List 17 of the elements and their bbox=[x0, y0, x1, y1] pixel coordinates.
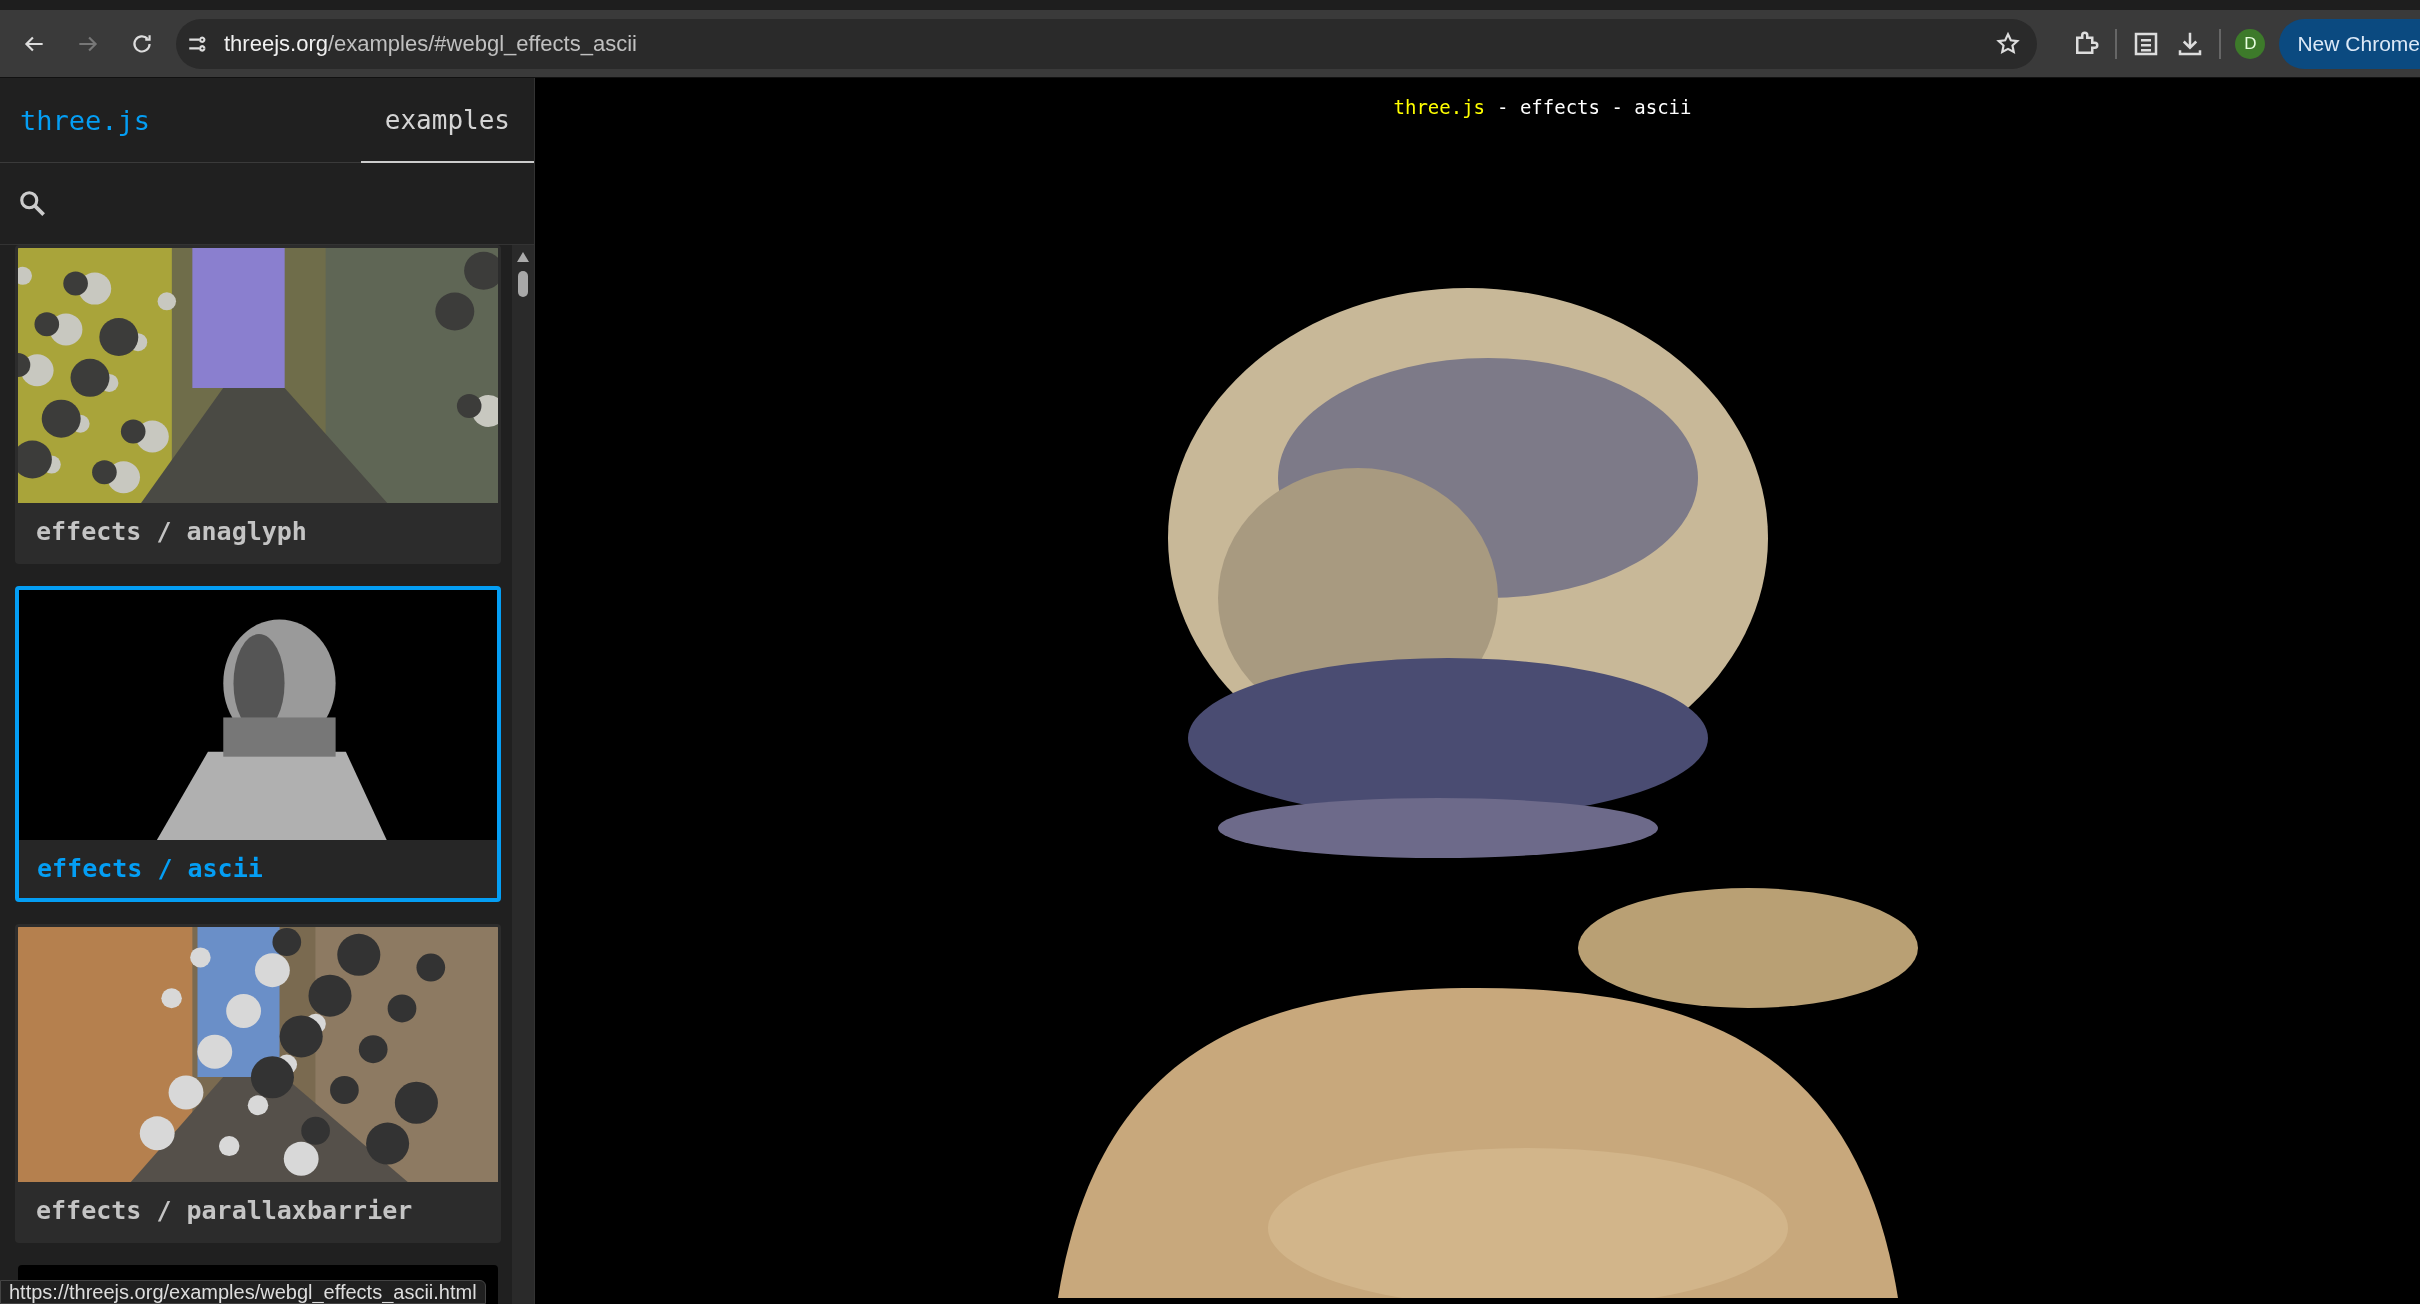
address-bar[interactable]: threejs.org/examples/#webgl_effects_ascii bbox=[176, 18, 2038, 69]
example-card[interactable]: effects / parallaxbarrier bbox=[15, 924, 501, 1243]
sidebar-tab[interactable]: examples bbox=[360, 78, 534, 163]
bookmark-star-icon[interactable] bbox=[1995, 30, 2022, 57]
page-title: - effects - ascii bbox=[1497, 96, 1692, 118]
scrollbar[interactable] bbox=[512, 245, 534, 1304]
example-card[interactable]: effects / anaglyph bbox=[15, 245, 501, 564]
url-text: threejs.org/examples/#webgl_effects_ascii bbox=[224, 30, 638, 57]
status-bar-url: https://threejs.org/examples/webgl_effects_ascii.html bbox=[0, 1280, 486, 1304]
title-link[interactable]: three.js bbox=[1393, 96, 1485, 118]
search-icon[interactable] bbox=[18, 188, 48, 219]
profile-avatar[interactable]: D bbox=[2235, 28, 2266, 59]
new-chrome-button[interactable]: New Chrome bbox=[2279, 18, 2420, 69]
scrollbar-thumb[interactable] bbox=[518, 271, 528, 297]
example-card[interactable]: effects / ascii bbox=[15, 586, 501, 902]
site-logo[interactable]: three.js bbox=[20, 104, 151, 136]
scroll-up-icon[interactable] bbox=[516, 251, 530, 263]
